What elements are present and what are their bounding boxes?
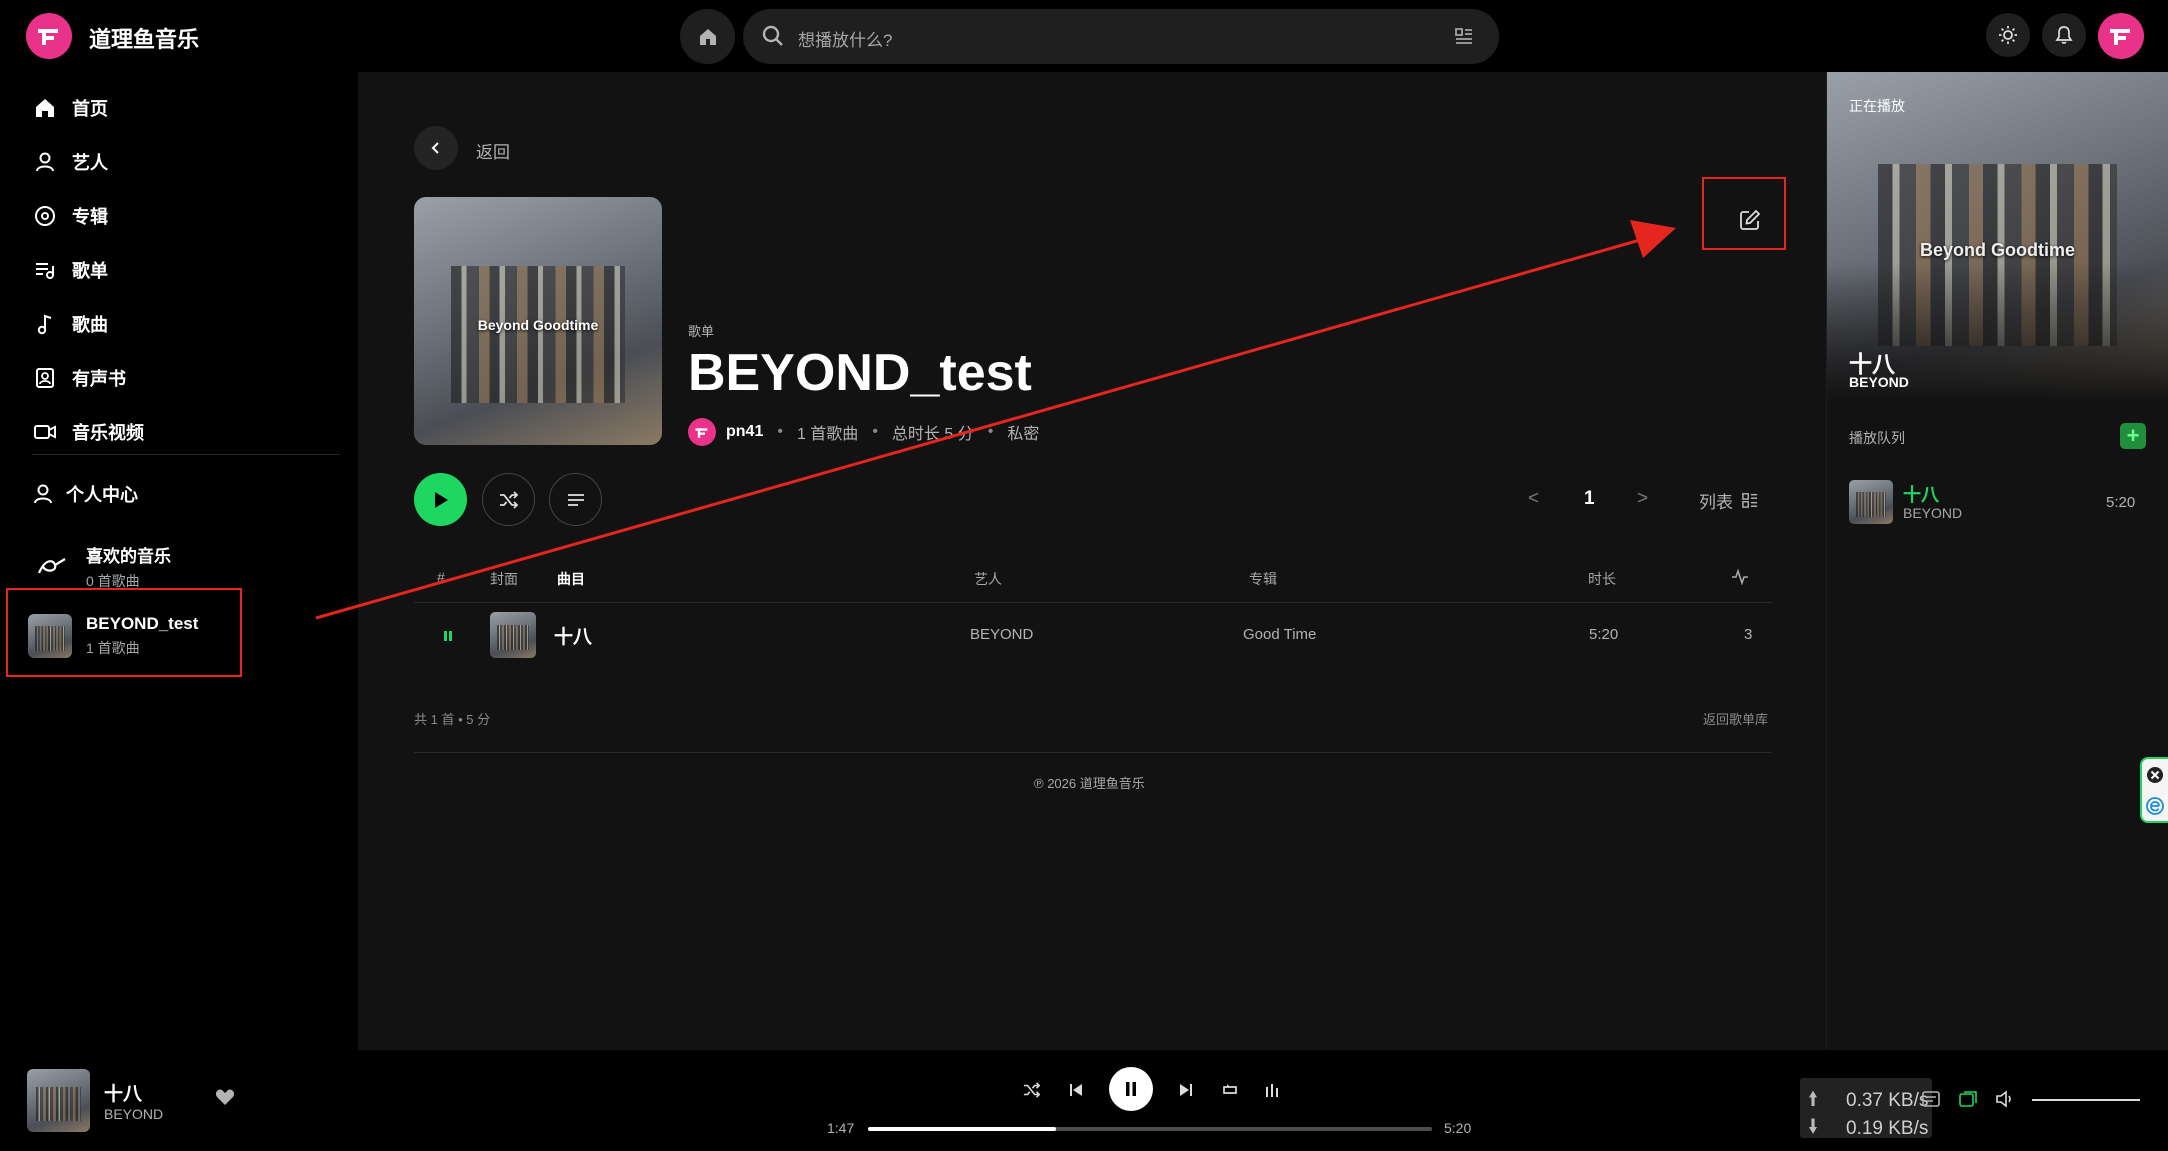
next-track-button[interactable] — [1171, 1075, 1201, 1105]
progress-bar[interactable] — [868, 1127, 1432, 1131]
repeat-icon — [1223, 1084, 1237, 1094]
queue-add-button[interactable]: + — [2120, 423, 2146, 449]
browser-extension-badge[interactable] — [2140, 757, 2168, 823]
cover-text: Beyond Goodtime — [477, 317, 599, 333]
download-arrow-icon: 🠛 — [1808, 1116, 1819, 1138]
queue-panel-icon[interactable] — [1959, 1091, 1977, 1107]
lyrics-icon[interactable] — [1922, 1091, 1940, 1107]
extension-e-icon — [2146, 796, 2164, 815]
skip-back-icon — [1070, 1084, 1082, 1096]
current-time: 1:47 — [827, 1120, 855, 1136]
total-time: 5:20 — [1444, 1120, 1472, 1136]
pause-icon — [1126, 1082, 1136, 1096]
equalizer-button[interactable] — [1257, 1075, 1287, 1105]
equalizer-icon — [1266, 1084, 1278, 1097]
download-speed: 0.19 KB/s — [1846, 1118, 1929, 1139]
queue-item[interactable] — [1849, 478, 2149, 528]
previous-track-button[interactable] — [1061, 1075, 1091, 1105]
now-playing-artist[interactable]: BEYOND — [1849, 374, 1909, 390]
player-track-artist[interactable]: BEYOND — [104, 1106, 163, 1122]
play-pause-button[interactable] — [1109, 1067, 1153, 1111]
heart-icon[interactable] — [215, 1088, 235, 1106]
queue-item-artist: BEYOND — [1903, 505, 1963, 521]
close-icon — [2147, 766, 2163, 783]
shuffle-icon — [1023, 1082, 1041, 1098]
skip-forward-icon — [1180, 1084, 1192, 1096]
volume-slider[interactable] — [2032, 1099, 2140, 1101]
network-speed-widget: 🠙 0.37 KB/s 🠛 0.19 KB/s — [1800, 1078, 1932, 1139]
queue-item-cover — [1849, 480, 1893, 524]
now-playing-label: 正在播放 — [1849, 98, 1905, 114]
player-cover[interactable] — [27, 1069, 90, 1132]
queue-item-title: 十八 — [1903, 485, 1939, 505]
player-shuffle-button[interactable] — [1017, 1075, 1047, 1105]
player-track-title[interactable]: 十八 — [104, 1079, 142, 1106]
upload-speed: 0.37 KB/s — [1846, 1090, 1929, 1111]
queue-label: 播放队列 — [1849, 430, 1905, 446]
volume-icon[interactable] — [1995, 1090, 2015, 1108]
now-playing-cover-text: Beyond Goodtime — [1919, 240, 2075, 260]
queue-item-duration: 5:20 — [2106, 494, 2136, 511]
repeat-button[interactable] — [1215, 1075, 1245, 1105]
progress-fill — [868, 1127, 1057, 1131]
